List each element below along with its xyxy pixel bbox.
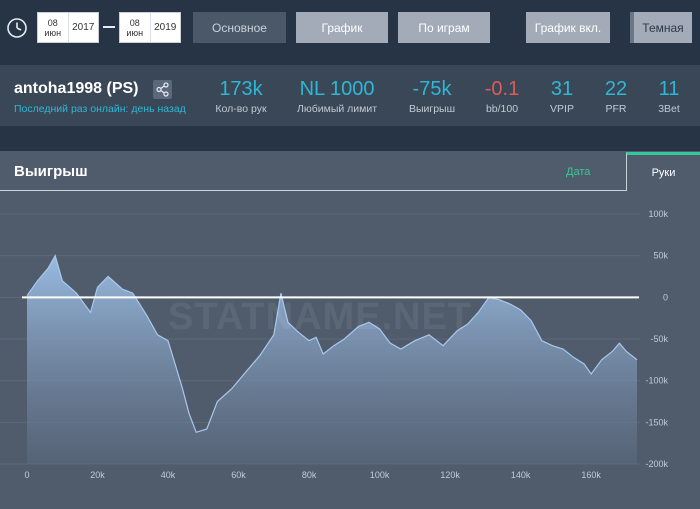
stat-bb100-label: bb/100 bbox=[485, 103, 519, 115]
stat-vpip-label: VPIP bbox=[550, 103, 574, 115]
stat-bb100-value: -0.1 bbox=[484, 78, 520, 100]
stat-vpip-value: 31 bbox=[550, 78, 574, 100]
theme-toggle-button[interactable]: Темная bbox=[630, 12, 692, 43]
y-tick-label: 0 bbox=[663, 292, 668, 302]
date-from-picker[interactable]: 08 июн 2017 bbox=[37, 12, 99, 43]
stat-pfr-label: PFR bbox=[605, 103, 627, 115]
y-tick-label: -50k bbox=[650, 334, 668, 344]
date-to-day: 08 bbox=[129, 17, 140, 28]
stat-3bet-value: 11 bbox=[658, 78, 680, 100]
last-online-status: Последний раз онлайн: день назад bbox=[14, 103, 186, 115]
stat-winnings-label: Выигрыш bbox=[408, 103, 456, 115]
stat-winnings: -75k Выигрыш bbox=[404, 77, 460, 115]
y-tick-label: -150k bbox=[645, 417, 668, 427]
date-from-year: 2017 bbox=[72, 22, 95, 33]
stat-3bet-label: 3Bet bbox=[658, 103, 680, 115]
panel-header-divider bbox=[0, 190, 627, 191]
x-tick-label: 140k bbox=[511, 470, 531, 480]
stat-favorite-limit: NL 1000 Любимый лимит bbox=[292, 77, 382, 115]
watermark: STATNAME.NET bbox=[168, 296, 473, 338]
date-to-month: июн bbox=[126, 27, 144, 38]
y-tick-label: 100k bbox=[648, 209, 668, 219]
date-from-month: июн bbox=[44, 27, 62, 38]
x-tick-label: 160k bbox=[581, 470, 601, 480]
graph-toggle-button[interactable]: График вкл. bbox=[526, 12, 610, 43]
x-tick-label: 100k bbox=[370, 470, 390, 480]
stat-pfr-value: 22 bbox=[604, 78, 628, 100]
x-tick-label: 20k bbox=[90, 470, 105, 480]
stat-pfr: 22 PFR bbox=[598, 77, 634, 115]
y-axis-ticks: 100k 50k 0 -50k -100k -150k -200k bbox=[645, 209, 668, 469]
x-tick-label: 60k bbox=[231, 470, 246, 480]
chart-panel-title: Выигрыш bbox=[14, 163, 88, 180]
winnings-area bbox=[27, 255, 637, 464]
y-tick-label: -200k bbox=[645, 459, 668, 469]
clock-icon[interactable] bbox=[6, 17, 28, 39]
stat-favorite-limit-value: NL 1000 bbox=[299, 78, 375, 100]
stat-hands: 173k Кол-во рук bbox=[212, 77, 270, 115]
date-to-year: 2019 bbox=[154, 22, 177, 33]
x-tick-label: 120k bbox=[440, 470, 460, 480]
graph-tab-button[interactable]: График bbox=[296, 12, 388, 43]
tab-by-date[interactable]: Дата bbox=[566, 166, 590, 178]
tab-by-hands[interactable]: Руки bbox=[626, 152, 700, 191]
main-tab-button[interactable]: Основное bbox=[193, 12, 286, 43]
date-from-day: 08 bbox=[47, 17, 58, 28]
x-tick-label: 40k bbox=[161, 470, 176, 480]
y-tick-label: 50k bbox=[653, 251, 668, 261]
player-name: antoha1998 (PS) bbox=[14, 80, 139, 97]
date-to-picker[interactable]: 08 июн 2019 bbox=[119, 12, 181, 43]
x-tick-label: 80k bbox=[302, 470, 317, 480]
stat-winnings-value: -75k bbox=[412, 78, 452, 100]
date-range-dash bbox=[103, 26, 115, 28]
stat-vpip: 31 VPIP bbox=[544, 77, 580, 115]
stat-favorite-limit-label: Любимый лимит bbox=[296, 103, 378, 115]
date-to-day-month: 08 июн bbox=[120, 13, 151, 42]
date-from-day-month: 08 июн bbox=[38, 13, 69, 42]
stat-3bet: 11 3Bet bbox=[652, 77, 686, 115]
by-games-tab-button[interactable]: По играм bbox=[398, 12, 490, 43]
stat-hands-value: 173k bbox=[219, 78, 263, 100]
x-axis-ticks: 0 20k 40k 60k 80k 100k 120k 140k 160k bbox=[24, 470, 601, 480]
stat-bb100: -0.1 bb/100 bbox=[477, 77, 527, 115]
y-tick-label: -100k bbox=[645, 376, 668, 386]
stat-hands-label: Кол-во рук bbox=[215, 103, 267, 115]
share-icon[interactable] bbox=[153, 80, 172, 99]
x-tick-label: 0 bbox=[24, 470, 29, 480]
